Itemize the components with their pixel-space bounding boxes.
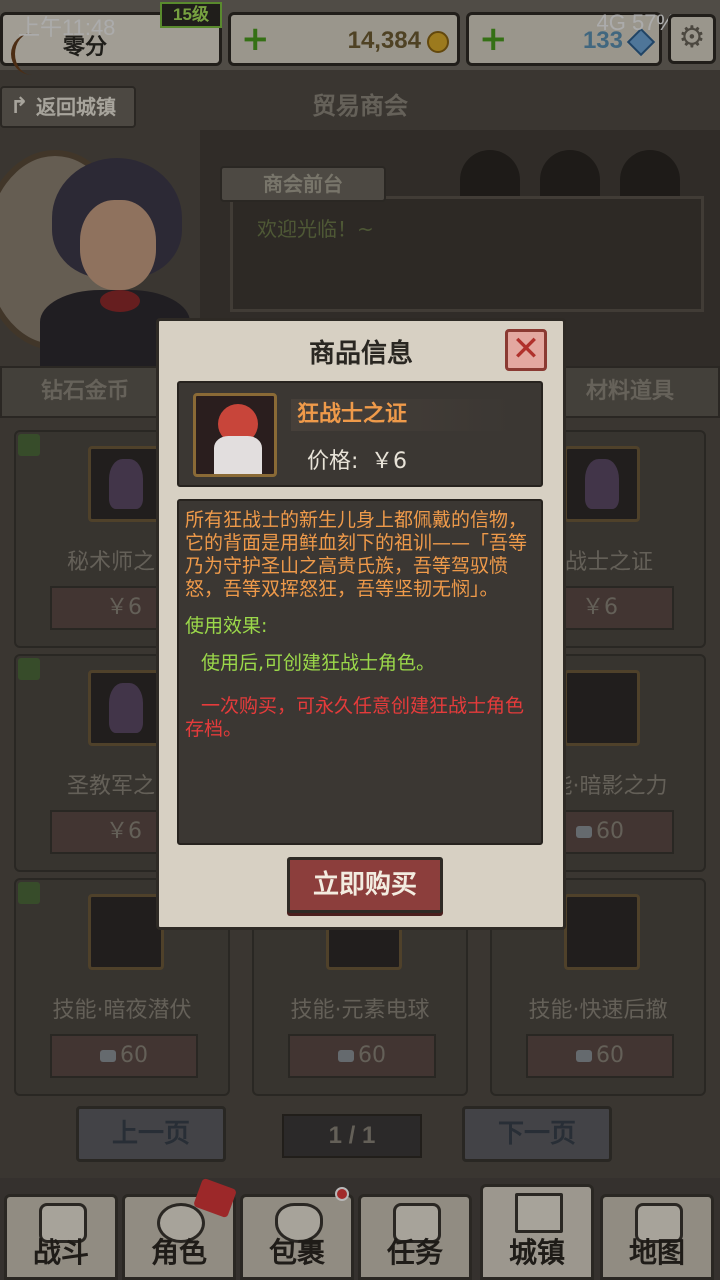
- effect-text: 使用后,可创建狂战士角色。: [201, 652, 436, 674]
- purchase-note: 一次购买，可永久任意创建狂战士角色存档。: [185, 695, 525, 740]
- description-box: 所有狂战士的新生儿身上都佩戴的信物，它的背面是用鲜血刻下的祖训——「吾等乃为守护…: [177, 499, 543, 845]
- item-description: 所有狂战士的新生儿身上都佩戴的信物，它的背面是用鲜血刻下的祖训——「吾等乃为守护…: [185, 509, 528, 600]
- modal-title: 商品信息: [308, 339, 413, 369]
- close-button[interactable]: ✕: [505, 329, 547, 371]
- buy-now-button[interactable]: 立即购买: [287, 857, 443, 913]
- price-value: ￥6: [371, 449, 407, 474]
- product-thumbnail: [193, 393, 277, 477]
- price-label: 价格:: [307, 449, 359, 474]
- berserker-body: [214, 436, 262, 474]
- close-icon: ✕: [511, 329, 541, 369]
- product-info-modal: 商品信息 ✕ 狂战士之证 价格: ￥6 所有狂战士的新生儿身上都佩戴的信物，它的…: [156, 318, 566, 930]
- product-name: 狂战士之证: [291, 399, 511, 431]
- product-header: 狂战士之证 价格: ￥6: [177, 381, 543, 487]
- effect-heading: 使用效果:: [185, 615, 268, 637]
- game-screen: 零分 15级 上午11:48 + 14,384 + 133 4G 57% ⚙ 贸…: [0, 0, 720, 1280]
